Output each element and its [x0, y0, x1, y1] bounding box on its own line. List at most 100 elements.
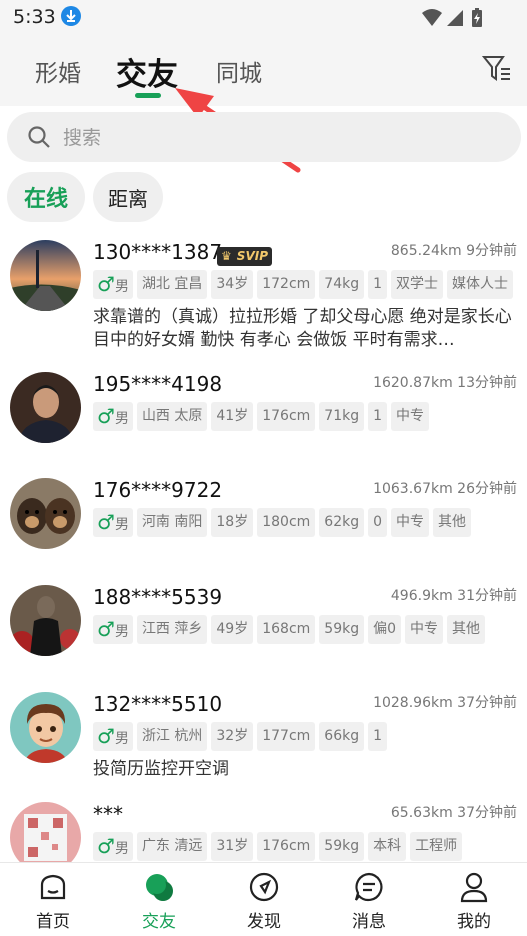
male-icon: ♂ — [97, 272, 115, 296]
tag: 176cm — [257, 832, 316, 861]
gender-tag: ♂男 — [93, 270, 133, 299]
tag: 山西 太原 — [136, 402, 208, 431]
tag-row: ♂男 江西 萍乡 49岁 168cm 59kg 偏0 中专 其他 — [93, 615, 486, 644]
avatar[interactable] — [10, 478, 81, 549]
avatar[interactable] — [10, 372, 81, 443]
nav-messages[interactable]: 消息 — [329, 863, 409, 936]
home-icon — [37, 871, 69, 903]
search-input[interactable] — [61, 122, 485, 154]
tag: 71kg — [319, 402, 365, 431]
tag: 浙江 杭州 — [136, 722, 208, 751]
tag: 中专 — [391, 402, 430, 431]
chip-distance[interactable]: 距离 — [93, 172, 163, 222]
tag: 工程师 — [410, 832, 463, 861]
tag-row: ♂男 广东 清远 31岁 176cm 59kg 本科 工程师 — [93, 832, 463, 861]
user-bio: 投简历监控开空调 — [93, 759, 229, 779]
tag: 176cm — [257, 402, 316, 431]
user-name: 132****5510 — [93, 692, 223, 716]
status-icons — [421, 7, 491, 33]
nav-profile[interactable]: 我的 — [434, 863, 514, 936]
tag: 31岁 — [211, 832, 254, 861]
svip-badge: ♛ SVIP — [217, 247, 272, 266]
tag: 172cm — [257, 270, 316, 299]
user-name: 176****9722 — [93, 478, 223, 502]
gender-tag: ♂男 — [93, 832, 133, 861]
gender-tag: ♂男 — [93, 722, 133, 751]
search-icon — [27, 125, 51, 153]
tag-row: ♂男 湖北 宜昌 34岁 172cm 74kg 1 双学士 媒体人士 — [93, 270, 514, 299]
tag: 1 — [368, 270, 388, 299]
tag: 中专 — [391, 508, 430, 537]
tag: 1 — [368, 402, 388, 431]
nav-friends[interactable]: 交友 — [119, 863, 199, 936]
tag: 177cm — [257, 722, 316, 751]
nav-label: 发现 — [247, 912, 281, 932]
gender-tag: ♂男 — [93, 615, 133, 644]
tag: 河南 南阳 — [136, 508, 208, 537]
tag: 江西 萍乡 — [136, 615, 208, 644]
male-icon: ♂ — [97, 404, 115, 428]
user-meta: 865.24km 9分钟前 — [390, 243, 517, 259]
tag: 中专 — [405, 615, 444, 644]
chip-online[interactable]: 在线 — [7, 172, 85, 222]
tag: 168cm — [257, 615, 316, 644]
user-name: 195****4198 — [93, 372, 223, 396]
tag: 41岁 — [211, 402, 254, 431]
active-tab-indicator — [135, 93, 161, 98]
tab-marriage[interactable]: 形婚 — [35, 54, 81, 88]
user-list[interactable]: 130****1387 ♛ SVIP 865.24km 9分钟前 ♂男 湖北 宜昌… — [0, 234, 527, 864]
download-icon — [61, 6, 81, 26]
status-time: 5:33 — [13, 6, 56, 28]
tab-same-city[interactable]: 同城 — [216, 54, 262, 88]
wifi-icon — [422, 9, 442, 26]
male-icon: ♂ — [97, 834, 115, 858]
avatar[interactable] — [10, 585, 81, 656]
avatar[interactable] — [10, 802, 81, 864]
nav-label: 我的 — [457, 912, 491, 932]
tag: 59kg — [319, 832, 365, 861]
search-bar[interactable] — [7, 112, 521, 162]
tag: 偏0 — [368, 615, 402, 644]
tag: 62kg — [319, 508, 365, 537]
user-meta: 496.9km 31分钟前 — [390, 588, 517, 604]
battery-icon — [472, 8, 482, 27]
tag: 其他 — [433, 508, 472, 537]
male-icon: ♂ — [97, 617, 115, 641]
avatar[interactable] — [10, 692, 81, 763]
tag-row: ♂男 山西 太原 41岁 176cm 71kg 1 中专 — [93, 402, 430, 431]
signal-icon — [447, 10, 463, 26]
compass-icon — [248, 871, 280, 903]
filter-icon[interactable] — [481, 52, 513, 84]
tag: 66kg — [319, 722, 365, 751]
avatar[interactable] — [10, 240, 81, 311]
gender-tag: ♂男 — [93, 508, 133, 537]
tag: 74kg — [319, 270, 365, 299]
user-meta: 1620.87km 13分钟前 — [373, 375, 517, 391]
tag: 34岁 — [211, 270, 254, 299]
profile-icon — [458, 871, 490, 903]
tag: 媒体人士 — [447, 270, 514, 299]
tag: 湖北 宜昌 — [136, 270, 208, 299]
tag: 双学士 — [391, 270, 444, 299]
gender-tag: ♂男 — [93, 402, 133, 431]
nav-discover[interactable]: 发现 — [224, 863, 304, 936]
user-name: 130****1387 — [93, 240, 223, 264]
user-name: 188****5539 — [93, 585, 223, 609]
chat-bubbles-icon — [143, 871, 175, 903]
tag-row: ♂男 浙江 杭州 32岁 177cm 66kg 1 — [93, 722, 388, 751]
user-bio: 求靠谱的（真诚）拉拉形婚 了却父母心愿 绝对是家长心目中的好女婿 勤快 有孝心 … — [93, 307, 512, 350]
tag: 180cm — [257, 508, 316, 537]
nav-home[interactable]: 首页 — [13, 863, 93, 936]
status-bar: 5:33 — [0, 0, 527, 34]
user-meta: 65.63km 37分钟前 — [390, 805, 517, 821]
tag: 18岁 — [211, 508, 254, 537]
top-tab-bar: 形婚 交友 同城 — [0, 34, 527, 106]
nav-label: 首页 — [36, 912, 70, 932]
tag: 0 — [368, 508, 388, 537]
tag: 59kg — [319, 615, 365, 644]
tag: 1 — [368, 722, 388, 751]
message-icon — [353, 871, 385, 903]
tab-friends[interactable]: 交友 — [116, 49, 178, 94]
tag: 广东 清远 — [136, 832, 208, 861]
user-meta: 1028.96km 37分钟前 — [373, 695, 517, 711]
